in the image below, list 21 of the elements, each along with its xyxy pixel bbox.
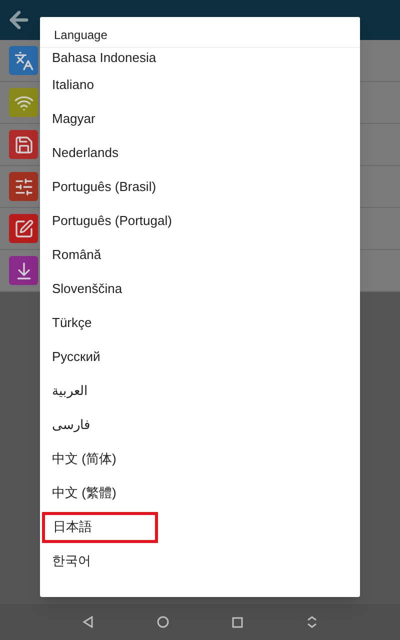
language-option[interactable]: Português (Brasil) — [52, 177, 156, 197]
language-option[interactable]: Italiano — [52, 75, 94, 95]
language-option[interactable]: العربية — [52, 381, 88, 401]
language-option[interactable]: Türkçe — [52, 313, 92, 333]
language-option[interactable]: 中文 (繁體) — [52, 483, 116, 503]
language-option[interactable]: Português (Portugal) — [52, 211, 172, 231]
language-option[interactable]: Русский — [52, 347, 100, 367]
language-option[interactable]: 한국어 — [52, 551, 91, 571]
dialog-title: Language — [54, 27, 108, 44]
language-option[interactable]: Nederlands — [52, 143, 118, 163]
language-option[interactable]: Slovenščina — [52, 279, 122, 299]
language-option[interactable]: فارسی — [52, 415, 90, 435]
language-option[interactable]: 日本語 — [42, 512, 158, 542]
back-icon[interactable] — [82, 616, 94, 628]
home-icon[interactable] — [156, 616, 169, 628]
rotate-icon[interactable] — [306, 616, 318, 628]
recents-icon[interactable] — [232, 616, 244, 628]
language-option[interactable]: Magyar — [52, 109, 96, 129]
language-option[interactable]: Bahasa Indonesia — [52, 48, 156, 68]
language-option[interactable]: 中文 (简体) — [52, 449, 116, 469]
language-option[interactable]: Română — [52, 245, 102, 265]
